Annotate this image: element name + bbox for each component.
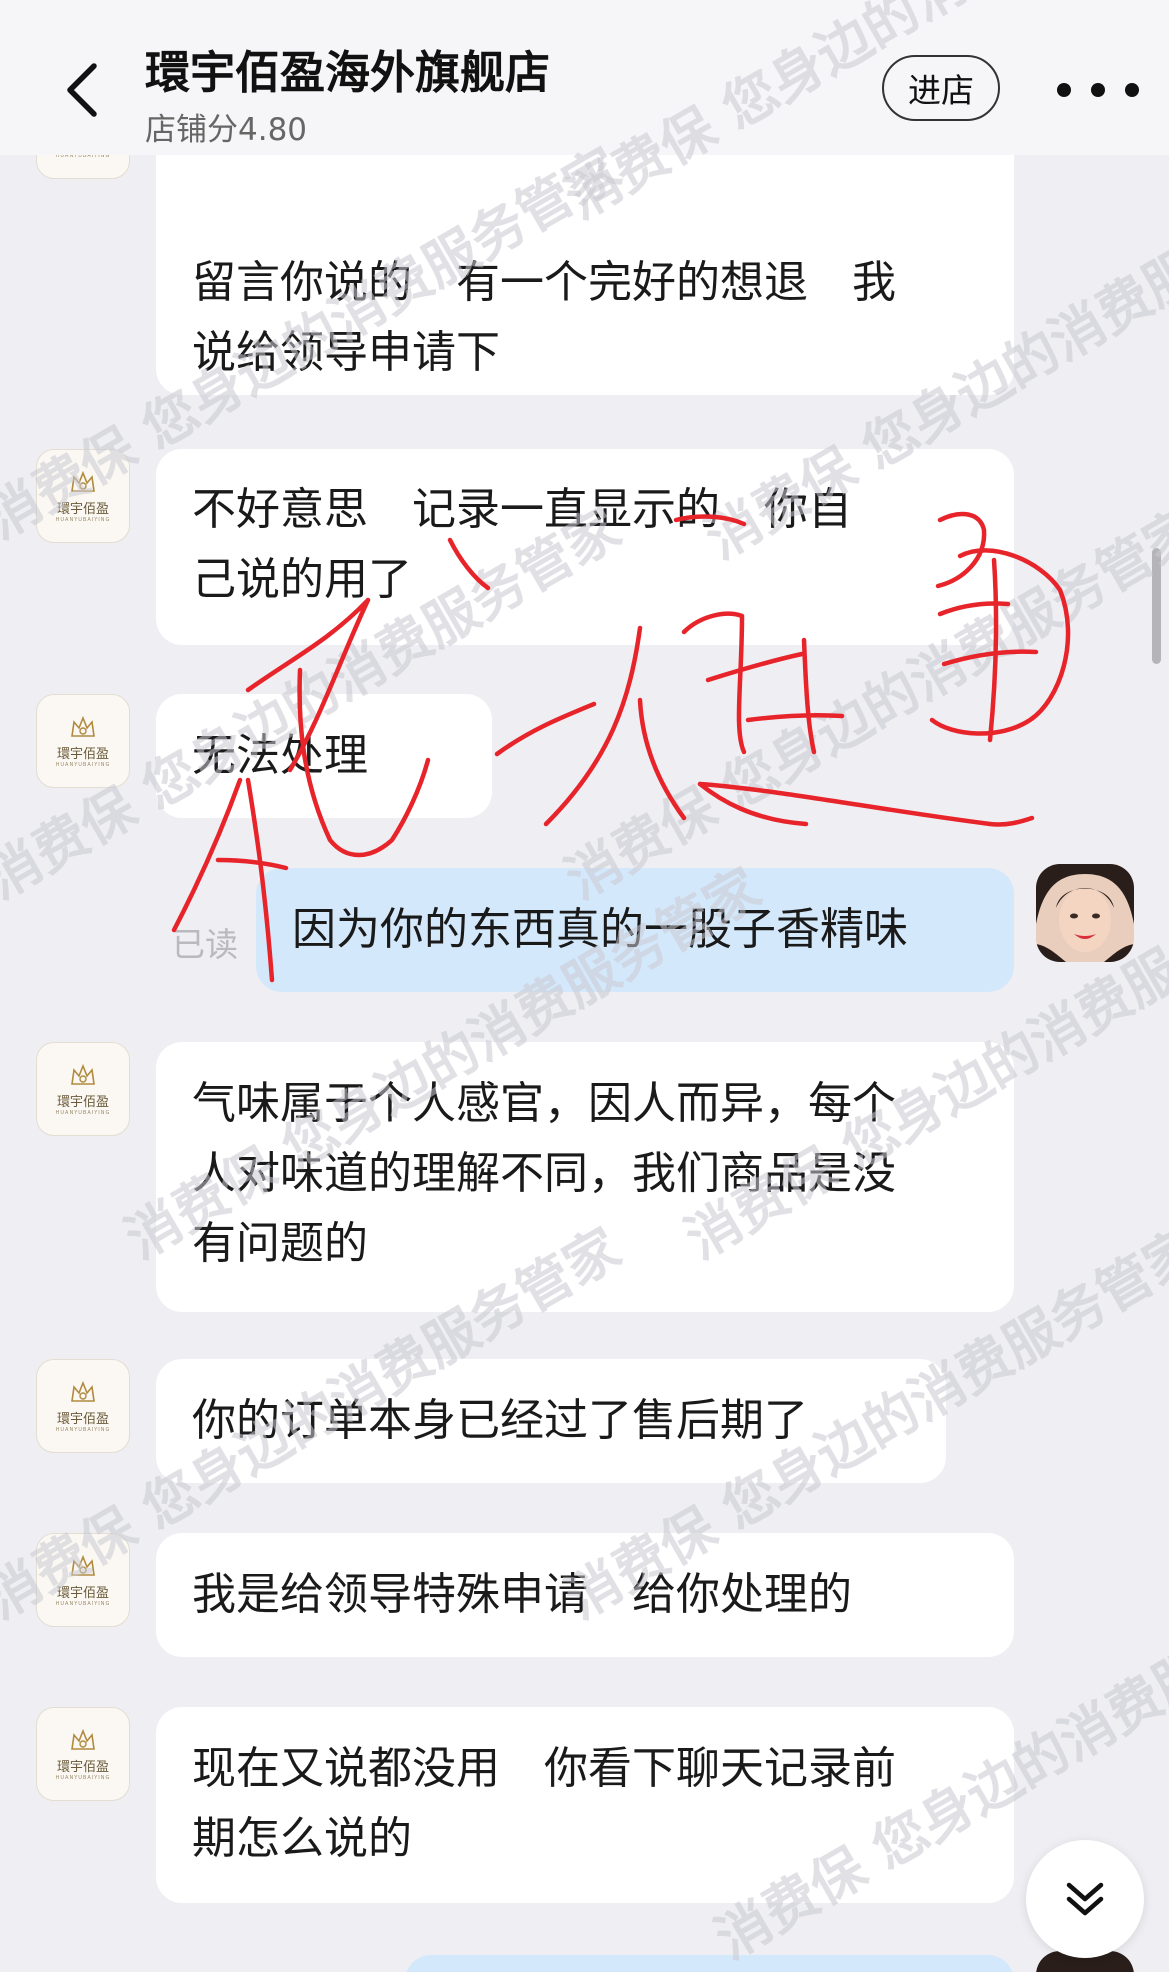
user-avatar[interactable] [1036, 864, 1134, 962]
crown-logo-icon [71, 1728, 95, 1750]
store-avatar[interactable]: 環宇佰盈 HUANYUBAIYING [36, 1707, 130, 1801]
message-line: 有问题的 [192, 1218, 368, 1269]
message-bubble-mine-partial[interactable] [405, 1955, 1014, 1972]
store-avatar[interactable]: 環宇佰盈 HUANYUBAIYING [36, 449, 130, 543]
back-button[interactable] [52, 50, 112, 130]
crown-logo-icon [71, 470, 95, 492]
chevrons-down-icon [1066, 1882, 1104, 1916]
store-avatar[interactable]: 環宇佰盈 HUANYUBAIYING [36, 155, 130, 179]
crown-logo-icon [71, 1554, 95, 1576]
store-avatar[interactable]: 環宇佰盈 HUANYUBAIYING [36, 1359, 130, 1453]
store-avatar-brand-sub: HUANYUBAIYING [55, 1775, 111, 1781]
store-avatar-brand-sub: HUANYUBAIYING [55, 517, 111, 523]
enter-store-button[interactable]: 进店 [882, 55, 1000, 121]
message-line: 不好意思 记录一直显示的 你自 [192, 484, 852, 535]
message-line: 现在又说都没用 你看下聊天记录前 [192, 1743, 896, 1794]
message-line: 期怎么说的 [192, 1813, 412, 1864]
store-avatar[interactable]: 環宇佰盈 HUANYUBAIYING [36, 1533, 130, 1627]
message-bubble[interactable]: 留言你说的 有一个完好的想退 我 说给领导申请下 [156, 155, 1014, 395]
message-bubble[interactable]: 气味属于个人感官，因人而异，每个 人对味道的理解不同，我们商品是没 有问题的 [156, 1042, 1014, 1312]
store-avatar[interactable]: 環宇佰盈 HUANYUBAIYING [36, 694, 130, 788]
scroll-to-bottom-button[interactable] [1026, 1840, 1144, 1958]
message-bubble[interactable]: 我是给领导特殊申请 给你处理的 [156, 1533, 1014, 1657]
message-bubble[interactable]: 无法处理 [156, 694, 492, 818]
store-score: 店铺分4.80 [145, 112, 308, 148]
chat-header: 環宇佰盈海外旗舰店 店铺分4.80 进店 [0, 0, 1169, 155]
store-name: 環宇佰盈海外旗舰店 [145, 46, 551, 99]
store-avatar-brand-sub: HUANYUBAIYING [55, 1427, 111, 1433]
message-line: 人对味道的理解不同，我们商品是没 [192, 1148, 896, 1199]
store-avatar-brand-sub: HUANYUBAIYING [55, 762, 111, 768]
message-line: 因为你的东西真的一股子香精味 [292, 904, 908, 955]
message-line: 己说的用了 [192, 554, 412, 605]
store-avatar-brand: 環宇佰盈 [56, 747, 109, 762]
user-avatar-photo [1036, 864, 1134, 962]
message-line: 说给领导申请下 [192, 327, 500, 378]
read-status: 已读 [172, 925, 238, 964]
store-avatar-brand-sub: HUANYUBAIYING [55, 155, 111, 159]
scrollbar-thumb[interactable] [1152, 548, 1161, 664]
message-bubble-mine[interactable]: 因为你的东西真的一股子香精味 [256, 868, 1014, 992]
more-horizontal-icon [1057, 83, 1139, 97]
store-avatar[interactable]: 環宇佰盈 HUANYUBAIYING [36, 1042, 130, 1136]
message-bubble[interactable]: 现在又说都没用 你看下聊天记录前 期怎么说的 [156, 1707, 1014, 1903]
message-bubble[interactable]: 不好意思 记录一直显示的 你自 己说的用了 [156, 449, 1014, 645]
message-line: 你的订单本身已经过了售后期了 [192, 1395, 808, 1446]
crown-logo-icon [71, 715, 95, 737]
store-avatar-brand: 環宇佰盈 [56, 1095, 109, 1110]
message-line: 无法处理 [192, 730, 368, 781]
store-avatar-brand: 環宇佰盈 [56, 1760, 109, 1775]
message-line: 气味属于个人感官，因人而异，每个 [192, 1078, 896, 1129]
store-avatar-brand-sub: HUANYUBAIYING [55, 1601, 111, 1607]
crown-logo-icon [71, 1063, 95, 1085]
message-line: 留言你说的 有一个完好的想退 我 [192, 257, 896, 308]
more-button[interactable] [1048, 62, 1148, 118]
crown-logo-icon [71, 1380, 95, 1402]
message-line: 我是给领导特殊申请 给你处理的 [192, 1569, 852, 1620]
store-avatar-brand: 環宇佰盈 [56, 502, 109, 517]
store-avatar-brand: 環宇佰盈 [56, 1586, 109, 1601]
store-avatar-brand: 環宇佰盈 [56, 1412, 109, 1427]
message-bubble[interactable]: 你的订单本身已经过了售后期了 [156, 1359, 946, 1483]
chevron-left-icon [67, 63, 97, 117]
store-avatar-brand-sub: HUANYUBAIYING [55, 1110, 111, 1116]
chat-message-list[interactable]: 環宇佰盈 HUANYUBAIYING 留言你说的 有一个完好的想退 我 说给领导… [0, 155, 1169, 1972]
